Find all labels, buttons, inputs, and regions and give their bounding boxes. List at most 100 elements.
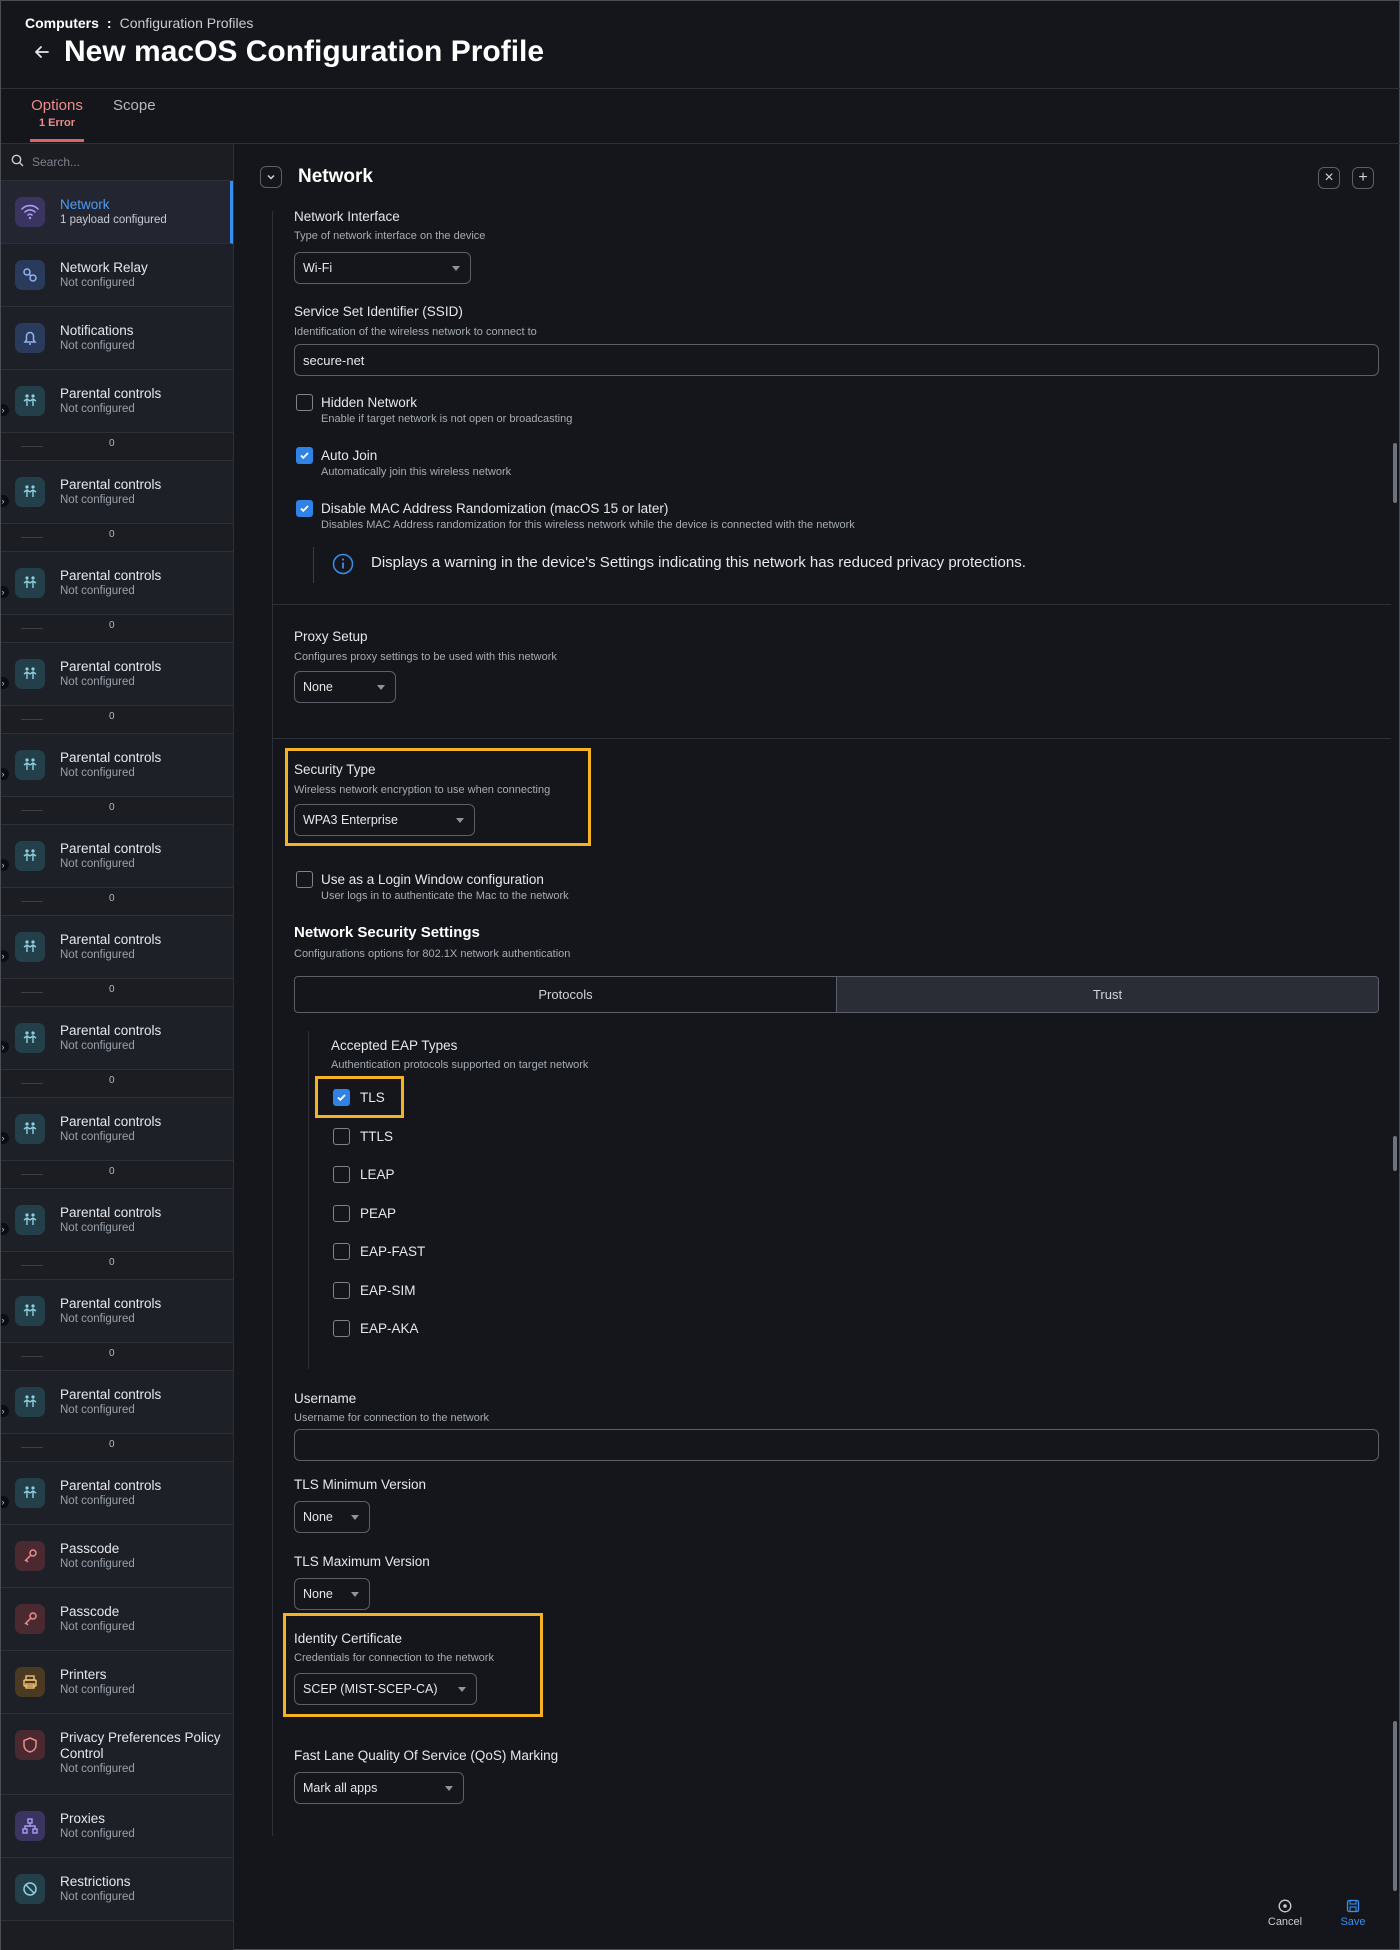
- eap-type-leap[interactable]: LEAP: [333, 1166, 395, 1183]
- expand-chevron-icon[interactable]: ›: [1, 1314, 9, 1326]
- back-arrow-icon[interactable]: [31, 41, 53, 63]
- sidebar-item-parental-controls[interactable]: Parental controls Not configured ›: [1, 461, 233, 524]
- expand-chevron-icon[interactable]: ›: [1, 768, 9, 780]
- scrollbar-thumb[interactable]: [1393, 1136, 1397, 1171]
- eap-type-checkbox[interactable]: [333, 1127, 350, 1145]
- sidebar-item-parental-controls[interactable]: Parental controls Not configured ›: [1, 734, 233, 797]
- sidebar-subrow[interactable]: 0: [1, 888, 233, 916]
- username-input[interactable]: [294, 1429, 1379, 1461]
- tab-scope[interactable]: Scope: [113, 97, 156, 114]
- sidebar-item-label: Proxies: [60, 1811, 106, 1826]
- sidebar-subrow[interactable]: 0: [1, 797, 233, 825]
- eap-type-eap-fast[interactable]: EAP-FAST: [333, 1243, 425, 1260]
- sidebar-item-parental-controls[interactable]: Parental controls Not configured ›: [1, 1098, 233, 1161]
- sidebar-search[interactable]: Search...: [1, 144, 233, 181]
- sidebar-item-parental-controls[interactable]: Parental controls Not configured ›: [1, 370, 233, 433]
- expand-chevron-icon[interactable]: ›: [1, 677, 9, 689]
- sidebar-subrow[interactable]: 0: [1, 1252, 233, 1280]
- eap-type-checkbox[interactable]: [333, 1281, 350, 1299]
- sidebar-item-network[interactable]: Network 1 payload configured: [1, 181, 233, 244]
- sidebar-item-parental-controls[interactable]: Parental controls Not configured ›: [1, 643, 233, 706]
- breadcrumb-current[interactable]: Configuration Profiles: [120, 15, 254, 31]
- sidebar-item-parental-controls[interactable]: Parental controls Not configured ›: [1, 1462, 233, 1525]
- eap-type-eap-aka[interactable]: EAP-AKA: [333, 1320, 419, 1337]
- security-type-select[interactable]: WPA3 Enterprise: [294, 804, 475, 836]
- expand-chevron-icon[interactable]: ›: [1, 1496, 9, 1508]
- eap-type-ttls[interactable]: TTLS: [333, 1127, 393, 1145]
- sidebar-subrow[interactable]: 0: [1, 1070, 233, 1098]
- eap-type-checkbox[interactable]: [333, 1204, 350, 1222]
- tab-options[interactable]: Options 1 Error: [31, 97, 83, 129]
- sidebar-subrow[interactable]: 0: [1, 433, 233, 461]
- eap-type-checkbox[interactable]: [333, 1243, 350, 1260]
- hidden-network-checkbox[interactable]: [296, 394, 313, 411]
- family-icon: [15, 1387, 45, 1417]
- sidebar-subrow[interactable]: 0: [1, 1343, 233, 1371]
- sidebar-item-passcode[interactable]: Passcode Not configured: [1, 1588, 233, 1651]
- tab-protocols[interactable]: Protocols: [295, 977, 836, 1012]
- eap-type-checkbox[interactable]: [333, 1166, 350, 1183]
- expand-chevron-icon[interactable]: ›: [1, 495, 9, 507]
- sidebar-item-label: Privacy Preferences Policy Control: [60, 1730, 221, 1761]
- search-input[interactable]: Search...: [32, 155, 80, 169]
- eap-type-eap-sim[interactable]: EAP-SIM: [333, 1281, 416, 1299]
- sidebar-item-parental-controls[interactable]: Parental controls Not configured ›: [1, 916, 233, 979]
- sidebar-subrow[interactable]: 0: [1, 706, 233, 734]
- sidebar-item-proxies[interactable]: Proxies Not configured: [1, 1795, 233, 1858]
- sidebar-item-restrictions[interactable]: Restrictions Not configured: [1, 1858, 233, 1921]
- disable-mac-checkbox[interactable]: [296, 500, 313, 517]
- tls-min-select[interactable]: None: [294, 1501, 370, 1533]
- expand-chevron-icon[interactable]: ›: [1, 404, 9, 416]
- auto-join-checkbox[interactable]: [296, 447, 313, 464]
- subrow-dash: [21, 1174, 43, 1175]
- sidebar-subrow[interactable]: 0: [1, 615, 233, 643]
- sidebar-subrow[interactable]: 0: [1, 524, 233, 552]
- eap-type-peap[interactable]: PEAP: [333, 1204, 396, 1222]
- sidebar-item-network-relay[interactable]: Network Relay Not configured: [1, 244, 233, 307]
- network-interface-select[interactable]: Wi-Fi: [294, 252, 471, 284]
- sidebar-item-status: Not configured: [60, 1222, 135, 1234]
- section-collapse-toggle[interactable]: [260, 166, 282, 188]
- sidebar-item-notifications[interactable]: Notifications Not configured: [1, 307, 233, 370]
- expand-chevron-icon[interactable]: ›: [1, 586, 9, 598]
- sidebar-item-parental-controls[interactable]: Parental controls Not configured ›: [1, 825, 233, 888]
- expand-chevron-icon[interactable]: ›: [1, 1041, 9, 1053]
- sidebar-subrow[interactable]: 0: [1, 1434, 233, 1462]
- cancel-button[interactable]: Cancel: [1265, 1899, 1305, 1928]
- sidebar-item-parental-controls[interactable]: Parental controls Not configured ›: [1, 552, 233, 615]
- proxy-setup-select[interactable]: None: [294, 671, 396, 703]
- tls-max-select[interactable]: None: [294, 1578, 370, 1610]
- remove-payload-button[interactable]: ×: [1318, 167, 1340, 189]
- save-button[interactable]: Save: [1333, 1899, 1373, 1928]
- sidebar-subrow[interactable]: 0: [1, 979, 233, 1007]
- eap-type-checkbox[interactable]: [333, 1089, 350, 1106]
- expand-chevron-icon[interactable]: ›: [1, 1223, 9, 1235]
- scrollbar-thumb[interactable]: [1393, 443, 1397, 503]
- sidebar-item-parental-controls[interactable]: Parental controls Not configured ›: [1, 1371, 233, 1434]
- login-window-checkbox[interactable]: [296, 871, 313, 888]
- eap-type-tls[interactable]: TLS: [333, 1089, 385, 1106]
- expand-chevron-icon[interactable]: ›: [1, 1132, 9, 1144]
- breadcrumb-root[interactable]: Computers: [25, 15, 99, 31]
- tab-trust[interactable]: Trust: [836, 977, 1378, 1012]
- scrollbar-thumb[interactable]: [1393, 1721, 1397, 1891]
- sidebar-item-status: Not configured: [60, 949, 135, 961]
- hidden-network-label: Hidden Network: [321, 395, 418, 410]
- expand-chevron-icon[interactable]: ›: [1, 859, 9, 871]
- expand-chevron-icon[interactable]: ›: [1, 950, 9, 962]
- sidebar-subrow[interactable]: 0: [1, 1161, 233, 1189]
- add-payload-button[interactable]: +: [1352, 167, 1374, 189]
- qos-select[interactable]: Mark all apps: [294, 1772, 464, 1804]
- expand-chevron-icon[interactable]: ›: [1, 1405, 9, 1417]
- sidebar-item-parental-controls[interactable]: Parental controls Not configured ›: [1, 1189, 233, 1252]
- sidebar-item-passcode[interactable]: Passcode Not configured: [1, 1525, 233, 1588]
- sidebar-item-parental-controls[interactable]: Parental controls Not configured ›: [1, 1280, 233, 1343]
- identity-certificate-select[interactable]: SCEP (MIST-SCEP-CA): [294, 1673, 477, 1705]
- ssid-input[interactable]: secure-net: [294, 344, 1379, 376]
- eap-type-checkbox[interactable]: [333, 1320, 350, 1337]
- caret-down-icon: [452, 266, 460, 271]
- sidebar-item-parental-controls[interactable]: Parental controls Not configured ›: [1, 1007, 233, 1070]
- sidebar-item-printers[interactable]: Printers Not configured: [1, 1651, 233, 1714]
- sidebar-item-status: Not configured: [60, 858, 135, 870]
- sidebar-item-privacy-preferences-policy-control[interactable]: Privacy Preferences Policy Control Not co…: [1, 1714, 233, 1795]
